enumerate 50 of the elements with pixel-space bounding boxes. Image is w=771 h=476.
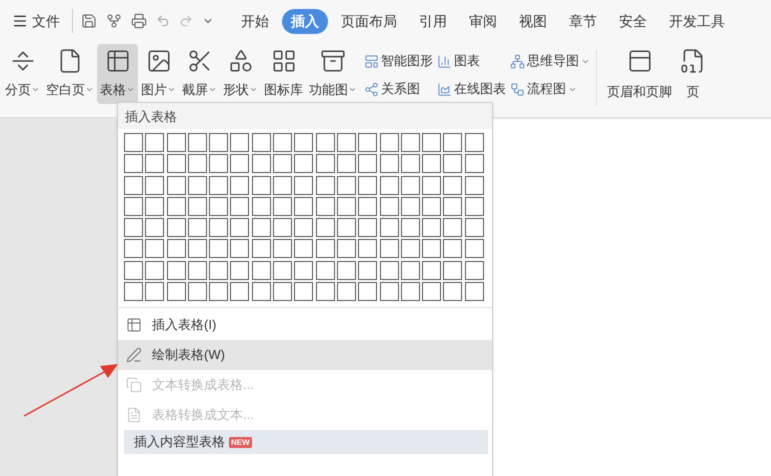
box-icon xyxy=(320,48,346,74)
menu-tab[interactable]: 开发工具 xyxy=(660,8,734,34)
scissors-icon xyxy=(186,48,212,74)
ribbon-button[interactable]: 截屏 xyxy=(179,44,220,104)
pen-icon xyxy=(126,347,142,364)
ribbon-small-button[interactable]: 在线图表 xyxy=(437,78,506,100)
menu-item[interactable]: 插入内容型表格 NEW xyxy=(124,430,488,454)
ribbon-small-button[interactable]: 图表 xyxy=(437,50,506,72)
ribbon-button[interactable]: 空白页 xyxy=(43,44,97,104)
ribbon-button[interactable]: 图片 xyxy=(138,44,179,104)
copy-icon xyxy=(126,377,142,394)
menu-tab[interactable]: 视图 xyxy=(510,8,556,34)
menu-tab[interactable]: 章节 xyxy=(560,8,606,34)
file-menu-button[interactable]: 文件 xyxy=(8,10,64,32)
shapes-icon xyxy=(228,48,254,74)
ribbon-button[interactable]: 图标库 xyxy=(261,44,306,104)
menu-item[interactable]: 绘制表格(W) xyxy=(118,340,492,370)
page-header-icon xyxy=(626,48,652,74)
ribbon-small-button[interactable]: 思维导图 xyxy=(510,50,590,72)
ribbon-button[interactable]: 分页 xyxy=(2,44,43,104)
print-icon[interactable] xyxy=(131,13,147,29)
ribbon-button[interactable]: 页眉和页脚 xyxy=(603,44,676,102)
menu-tab[interactable]: 页面布局 xyxy=(332,8,406,34)
ribbon-button[interactable]: 页 xyxy=(676,44,710,102)
icon-grid-icon xyxy=(270,48,296,74)
ribbon-button[interactable]: 表格 xyxy=(97,44,138,104)
menu-tab[interactable]: 审阅 xyxy=(460,8,506,34)
area-chart-icon xyxy=(437,82,452,96)
table-icon xyxy=(126,317,142,334)
table-icon xyxy=(104,48,130,74)
share-icon xyxy=(364,82,379,96)
document-icon xyxy=(126,407,142,424)
menu-tab[interactable]: 引用 xyxy=(410,8,456,34)
new-badge: NEW xyxy=(229,436,252,448)
layout-icon xyxy=(364,54,379,68)
menu-tab[interactable]: 安全 xyxy=(610,8,656,34)
bar-chart-icon xyxy=(437,54,452,68)
network-icon xyxy=(510,54,525,68)
menu-tab[interactable]: 开始 xyxy=(232,8,278,34)
save-icon[interactable] xyxy=(81,13,97,29)
ribbon-small-button[interactable]: 关系图 xyxy=(364,78,433,100)
menu-item[interactable]: 插入表格(I) xyxy=(118,310,492,340)
ribbon-button[interactable]: 功能图 xyxy=(306,44,360,104)
ribbon-button[interactable]: 形状 xyxy=(220,44,261,104)
menu-icon xyxy=(12,13,28,29)
ribbon-small-button[interactable]: 智能图形 xyxy=(364,50,433,72)
menu-heading: 插入表格 xyxy=(118,103,492,129)
picture-icon xyxy=(146,48,172,74)
workflow-icon xyxy=(510,82,525,96)
ribbon-small-button[interactable]: 流程图 xyxy=(510,78,590,100)
